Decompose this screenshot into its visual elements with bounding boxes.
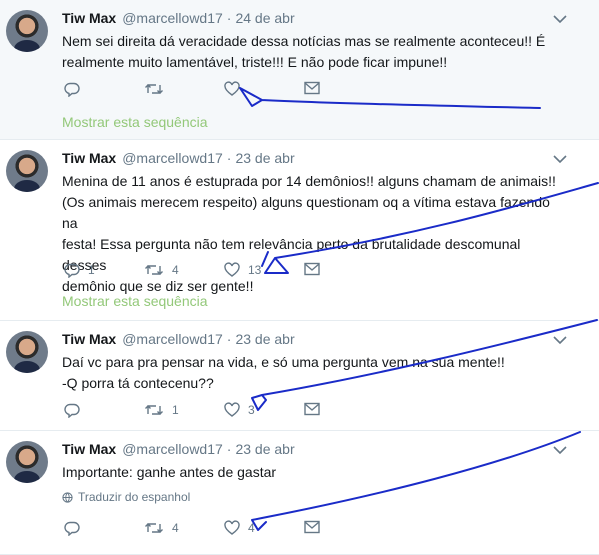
like-button[interactable]: 3 — [224, 402, 255, 418]
tweet-actions: 1 3 — [62, 402, 362, 422]
retweet-button[interactable]: 4 — [144, 262, 179, 278]
tweet-text: Importante: ganhe antes de gastar — [62, 462, 562, 483]
dm-button[interactable] — [304, 402, 320, 416]
tweet-text: Nem sei direita dá veracidade dessa notí… — [62, 31, 562, 73]
display-name[interactable]: Tiw Max — [62, 10, 116, 26]
separator: · — [226, 150, 232, 166]
translate-link[interactable]: Traduzir do espanhol — [62, 490, 190, 504]
heart-icon — [224, 402, 240, 417]
tweet-text-line: -Q porra tá contecenu?? — [62, 375, 214, 391]
tweet-actions: 1 4 13 — [62, 262, 362, 282]
username[interactable]: @marcellowd17 — [122, 10, 223, 26]
timestamp[interactable]: 23 de abr — [235, 150, 294, 166]
reply-button[interactable]: 1 — [64, 262, 95, 278]
tweet[interactable]: Tiw Max @marcellowd17 · 24 de abr Nem sei d… — [0, 0, 599, 140]
reply-icon — [64, 521, 80, 536]
tweet-text-line: (Os animais merecem respeito) alguns que… — [62, 194, 550, 231]
tweet-text-line: realmente muito lamentável, triste!!! E … — [62, 54, 448, 70]
username[interactable]: @marcellowd17 — [122, 441, 223, 457]
like-button[interactable] — [224, 81, 248, 97]
like-button[interactable]: 4 — [224, 520, 255, 536]
tweet-header: Tiw Max @marcellowd17 · 24 de abr — [62, 10, 295, 26]
chevron-down-icon[interactable] — [553, 445, 567, 455]
heart-icon — [224, 262, 240, 277]
avatar[interactable] — [6, 331, 48, 373]
tweet-text-line: Daí vc para pra pensar na vida, e só uma… — [62, 354, 505, 370]
display-name[interactable]: Tiw Max — [62, 441, 116, 457]
reply-icon — [64, 82, 80, 97]
avatar[interactable] — [6, 10, 48, 52]
username[interactable]: @marcellowd17 — [122, 150, 223, 166]
tweet[interactable]: Tiw Max @marcellowd17 · 23 de abr Daí vc pa… — [0, 321, 599, 431]
retweet-button[interactable] — [144, 81, 172, 97]
separator: · — [226, 441, 232, 457]
tweet-header: Tiw Max @marcellowd17 · 23 de abr — [62, 331, 295, 347]
chevron-down-icon[interactable] — [553, 14, 567, 24]
like-count: 4 — [248, 521, 255, 535]
tweet-text: Daí vc para pra pensar na vida, e só uma… — [62, 352, 562, 394]
timestamp[interactable]: 23 de abr — [235, 441, 294, 457]
username[interactable]: @marcellowd17 — [122, 331, 223, 347]
tweet[interactable]: Tiw Max @marcellowd17 · 23 de abr Menina de… — [0, 140, 599, 321]
like-count: 13 — [248, 263, 262, 277]
show-thread-link[interactable]: Mostrar esta sequência — [62, 293, 208, 309]
tweet-actions — [62, 81, 362, 101]
show-thread-link[interactable]: Mostrar esta sequência — [62, 114, 208, 130]
dm-button[interactable] — [304, 520, 320, 534]
retweet-icon — [145, 265, 163, 275]
display-name[interactable]: Tiw Max — [62, 331, 116, 347]
timestamp[interactable]: 23 de abr — [235, 331, 294, 347]
tweet-text-line: Importante: ganhe antes de gastar — [62, 464, 277, 480]
reply-icon — [64, 403, 80, 418]
globe-icon — [62, 491, 73, 503]
retweet-count: 1 — [172, 403, 179, 417]
reply-button[interactable] — [64, 81, 88, 97]
envelope-icon — [304, 402, 320, 416]
envelope-icon — [304, 262, 320, 276]
timestamp[interactable]: 24 de abr — [235, 10, 294, 26]
avatar[interactable] — [6, 150, 48, 192]
chevron-down-icon[interactable] — [553, 154, 567, 164]
retweet-count: 4 — [172, 263, 179, 277]
reply-button[interactable] — [64, 520, 88, 536]
tweet-feed: Tiw Max @marcellowd17 · 24 de abr Nem sei d… — [0, 0, 599, 555]
reply-icon — [64, 263, 80, 278]
avatar[interactable] — [6, 441, 48, 483]
translate-label: Traduzir do espanhol — [78, 490, 191, 504]
chevron-down-icon[interactable] — [553, 335, 567, 345]
retweet-button[interactable]: 4 — [144, 520, 179, 536]
dm-button[interactable] — [304, 81, 320, 95]
reply-button[interactable] — [64, 402, 88, 418]
retweet-count: 4 — [172, 521, 179, 535]
tweet-actions: 4 4 — [62, 520, 362, 540]
tweet-text-line: Nem sei direita dá veracidade dessa notí… — [62, 33, 546, 49]
retweet-icon — [145, 523, 163, 533]
envelope-icon — [304, 81, 320, 95]
like-button[interactable]: 13 — [224, 262, 261, 278]
reply-count: 1 — [88, 263, 95, 277]
like-count: 3 — [248, 403, 255, 417]
retweet-icon — [145, 405, 163, 415]
separator: · — [226, 331, 232, 347]
tweet-header: Tiw Max @marcellowd17 · 23 de abr — [62, 150, 295, 166]
dm-button[interactable] — [304, 262, 320, 276]
tweet-header: Tiw Max @marcellowd17 · 23 de abr — [62, 441, 295, 457]
envelope-icon — [304, 520, 320, 534]
retweet-button[interactable]: 1 — [144, 402, 179, 418]
heart-icon — [224, 520, 240, 535]
heart-icon — [224, 81, 240, 96]
retweet-icon — [145, 84, 163, 94]
separator: · — [226, 10, 232, 26]
display-name[interactable]: Tiw Max — [62, 150, 116, 166]
tweet-text-line: Menina de 11 anos é estuprada por 14 dem… — [62, 173, 556, 189]
tweet[interactable]: Tiw Max @marcellowd17 · 23 de abr Important… — [0, 431, 599, 555]
